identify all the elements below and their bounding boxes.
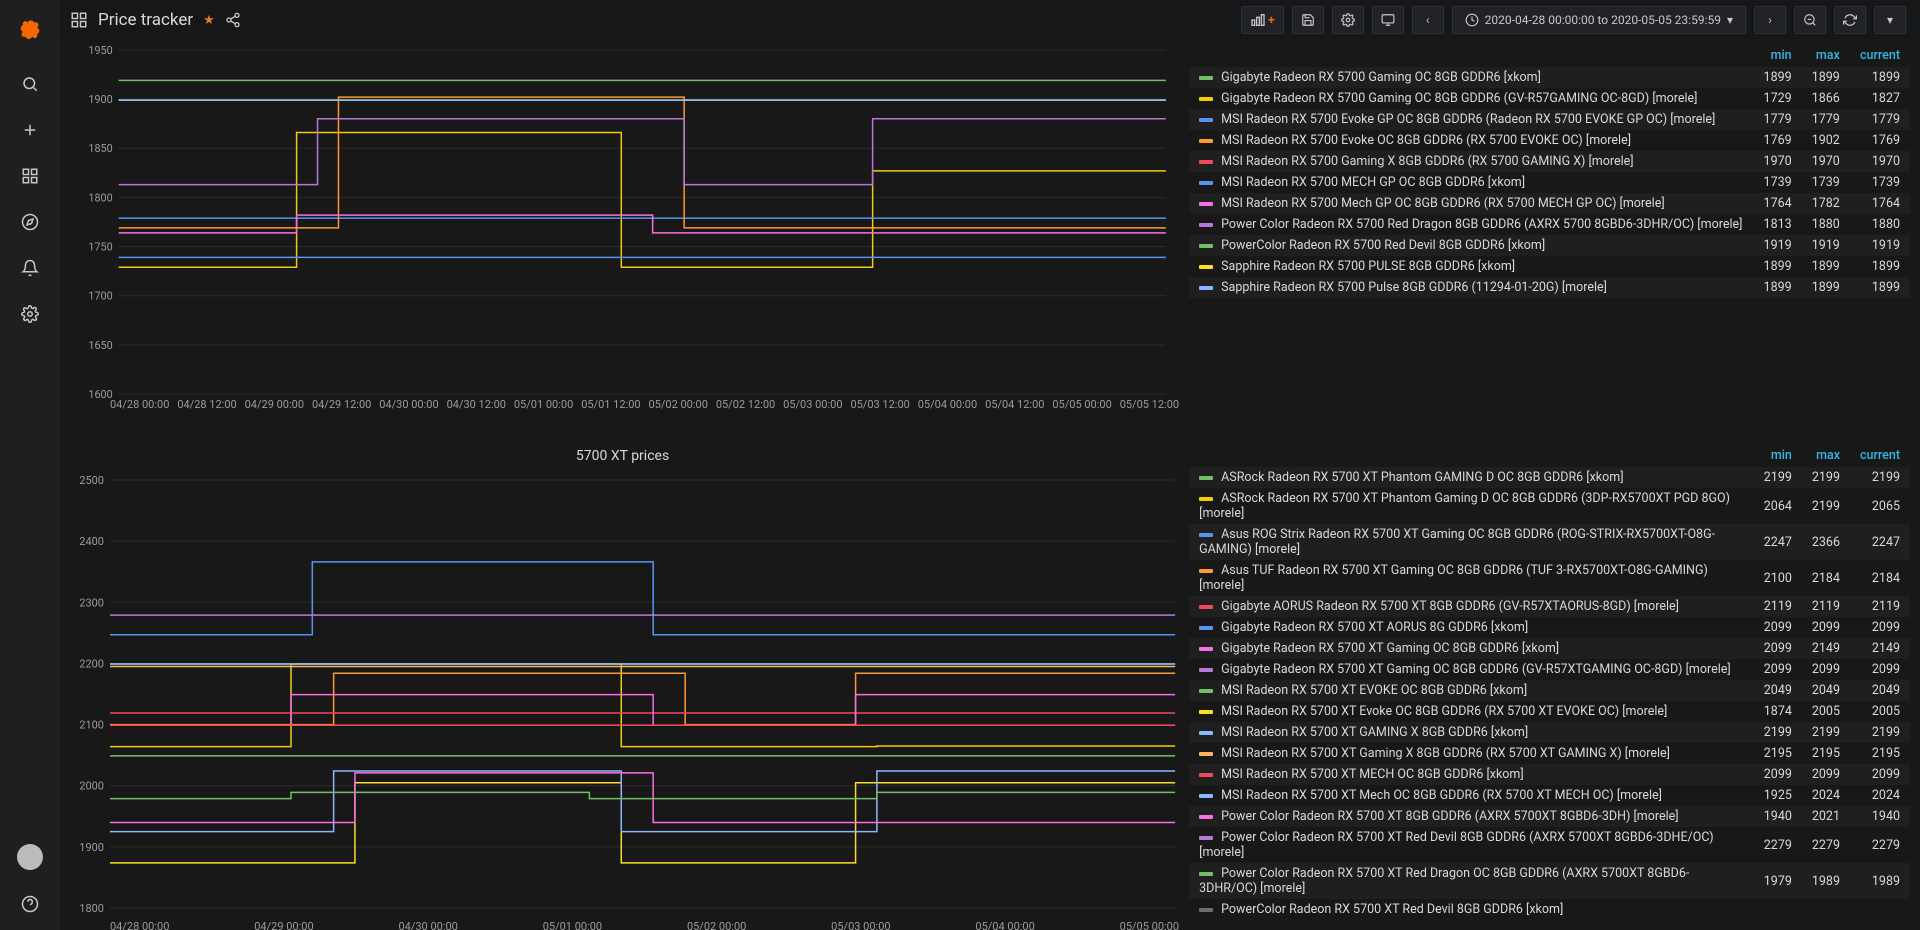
dashboards-icon[interactable] [10, 156, 50, 196]
legend-row[interactable]: Asus ROG Strix Radeon RX 5700 XT Gaming … [1189, 524, 1910, 560]
legend-header[interactable]: current [1850, 444, 1910, 467]
legend-row[interactable]: ASRock Radeon RX 5700 XT Phantom GAMING … [1189, 467, 1910, 488]
time-back-button[interactable]: ‹ [1412, 6, 1444, 34]
svg-text:2100: 2100 [79, 719, 104, 732]
topbar: Price tracker ★ + ‹ 2020-04-28 00:00:00 … [60, 0, 1920, 40]
legend-row[interactable]: Power Color Radeon RX 5700 Red Dragon 8G… [1189, 214, 1910, 235]
share-icon[interactable] [225, 12, 241, 28]
x-axis-ticks: 04/28 00:0004/28 12:0004/29 00:0004/29 1… [66, 398, 1179, 430]
legend-row[interactable]: MSI Radeon RX 5700 XT GAMING X 8GB GDDR6… [1189, 722, 1910, 743]
time-range-text: 2020-04-28 00:00:00 to 2020-05-05 23:59:… [1485, 13, 1721, 27]
legend-row[interactable]: PowerColor Radeon RX 5700 XT Red Devil 8… [1189, 899, 1910, 920]
legend-row[interactable]: Gigabyte Radeon RX 5700 XT AORUS 8G GDDR… [1189, 617, 1910, 638]
svg-text:1900: 1900 [79, 841, 104, 854]
legend-row[interactable]: MSI Radeon RX 5700 XT Gaming X 8GB GDDR6… [1189, 743, 1910, 764]
zoom-out-button[interactable] [1794, 6, 1826, 34]
legend-row[interactable]: MSI Radeon RX 5700 XT Evoke OC 8GB GDDR6… [1189, 701, 1910, 722]
svg-text:2500: 2500 [79, 474, 104, 487]
refresh-interval-button[interactable]: ▾ [1874, 6, 1906, 34]
legend-row[interactable]: Sapphire Radeon RX 5700 PULSE 8GB GDDR6 … [1189, 256, 1910, 277]
legend-row[interactable]: MSI Radeon RX 5700 XT EVOKE OC 8GB GDDR6… [1189, 680, 1910, 701]
svg-text:1900: 1900 [88, 93, 112, 106]
legend-row[interactable]: Gigabyte Radeon RX 5700 XT Gaming OC 8GB… [1189, 659, 1910, 680]
legend-header[interactable]: max [1802, 444, 1850, 467]
legend-row[interactable]: MSI Radeon RX 5700 Evoke GP OC 8GB GDDR6… [1189, 109, 1910, 130]
svg-text:2000: 2000 [79, 780, 104, 793]
legend-row[interactable]: MSI Radeon RX 5700 Evoke OC 8GB GDDR6 (R… [1189, 130, 1910, 151]
dashboard-title[interactable]: Price tracker [98, 10, 193, 30]
legend-5700xt: minmaxcurrentASRock Radeon RX 5700 XT Ph… [1185, 442, 1918, 930]
refresh-button[interactable] [1834, 6, 1866, 34]
svg-text:1650: 1650 [88, 339, 112, 352]
user-avatar[interactable] [17, 844, 43, 870]
panel-title: 5700 XT prices [66, 446, 1179, 468]
legend-row[interactable]: ASRock Radeon RX 5700 XT Phantom Gaming … [1189, 488, 1910, 524]
star-icon[interactable]: ★ [203, 13, 215, 28]
chart-5700[interactable]: 1600 1650 1700 1750 1800 1850 1900 1950 [66, 46, 1179, 398]
save-button[interactable] [1292, 6, 1324, 34]
alerting-icon[interactable] [10, 248, 50, 288]
legend-row[interactable]: Gigabyte Radeon RX 5700 Gaming OC 8GB GD… [1189, 67, 1910, 88]
legend-row[interactable]: Sapphire Radeon RX 5700 Pulse 8GB GDDR6 … [1189, 277, 1910, 298]
explore-icon[interactable] [10, 202, 50, 242]
grafana-logo[interactable] [16, 18, 44, 46]
legend-row[interactable]: Gigabyte AORUS Radeon RX 5700 XT 8GB GDD… [1189, 596, 1910, 617]
svg-text:2300: 2300 [79, 596, 104, 609]
legend-row[interactable]: Asus TUF Radeon RX 5700 XT Gaming OC 8GB… [1189, 560, 1910, 596]
chevron-down-icon: ▾ [1727, 13, 1733, 27]
chart-5700xt[interactable]: 1800 1900 2000 2100 2200 2300 2400 2500 [66, 468, 1179, 920]
svg-text:2200: 2200 [79, 657, 104, 670]
legend-row[interactable]: MSI Radeon RX 5700 XT MECH OC 8GB GDDR6 … [1189, 764, 1910, 785]
svg-text:1950: 1950 [88, 46, 112, 57]
settings-icon[interactable] [10, 294, 50, 334]
legend-row[interactable]: Power Color Radeon RX 5700 XT Red Devil … [1189, 827, 1910, 863]
svg-text:1850: 1850 [88, 142, 112, 155]
legend-row[interactable]: MSI Radeon RX 5700 XT Mech OC 8GB GDDR6 … [1189, 785, 1910, 806]
panel-5700-prices: 1600 1650 1700 1750 1800 1850 1900 1950 04/28 0… [62, 42, 1918, 440]
svg-text:1800: 1800 [88, 191, 112, 204]
legend-row[interactable]: Power Color Radeon RX 5700 XT Red Dragon… [1189, 863, 1910, 899]
dashboard-settings-button[interactable] [1332, 6, 1364, 34]
add-panel-button[interactable]: + [1241, 6, 1284, 34]
search-icon[interactable] [10, 64, 50, 104]
legend-header[interactable]: min [1754, 444, 1802, 467]
svg-text:1800: 1800 [79, 902, 104, 915]
legend-row[interactable]: Power Color Radeon RX 5700 XT 8GB GDDR6 … [1189, 806, 1910, 827]
time-range-button[interactable]: 2020-04-28 00:00:00 to 2020-05-05 23:59:… [1452, 6, 1746, 34]
legend-row[interactable]: MSI Radeon RX 5700 Gaming X 8GB GDDR6 (R… [1189, 151, 1910, 172]
panel-5700xt-prices: 5700 XT prices 1800 1900 2000 2100 2200 2300 2… [62, 442, 1918, 930]
plus-icon[interactable] [10, 110, 50, 150]
legend-row[interactable]: PowerColor Radeon RX 5700 Red Devil 8GB … [1189, 235, 1910, 256]
legend-row[interactable]: MSI Radeon RX 5700 Mech GP OC 8GB GDDR6 … [1189, 193, 1910, 214]
legend-header[interactable]: min [1753, 44, 1801, 67]
svg-text:1750: 1750 [88, 241, 112, 254]
legend-5700: minmaxcurrentGigabyte Radeon RX 5700 Gam… [1185, 42, 1918, 440]
cycle-view-button[interactable] [1372, 6, 1404, 34]
time-forward-button[interactable]: › [1754, 6, 1786, 34]
legend-row[interactable]: MSI Radeon RX 5700 MECH GP OC 8GB GDDR6 … [1189, 172, 1910, 193]
legend-header[interactable]: current [1850, 44, 1910, 67]
nav-sidebar [0, 0, 60, 930]
svg-text:1600: 1600 [88, 388, 112, 398]
legend-row[interactable]: Gigabyte Radeon RX 5700 XT Gaming OC 8GB… [1189, 638, 1910, 659]
legend-header[interactable]: max [1802, 44, 1850, 67]
svg-text:1700: 1700 [88, 290, 112, 303]
dashboards-icon[interactable] [70, 11, 88, 29]
legend-row[interactable]: Gigabyte Radeon RX 5700 Gaming OC 8GB GD… [1189, 88, 1910, 109]
help-icon[interactable] [10, 884, 50, 924]
x-axis-ticks: 04/28 00:0004/29 00:0004/30 00:0005/01 0… [66, 920, 1179, 930]
svg-text:2400: 2400 [79, 535, 104, 548]
